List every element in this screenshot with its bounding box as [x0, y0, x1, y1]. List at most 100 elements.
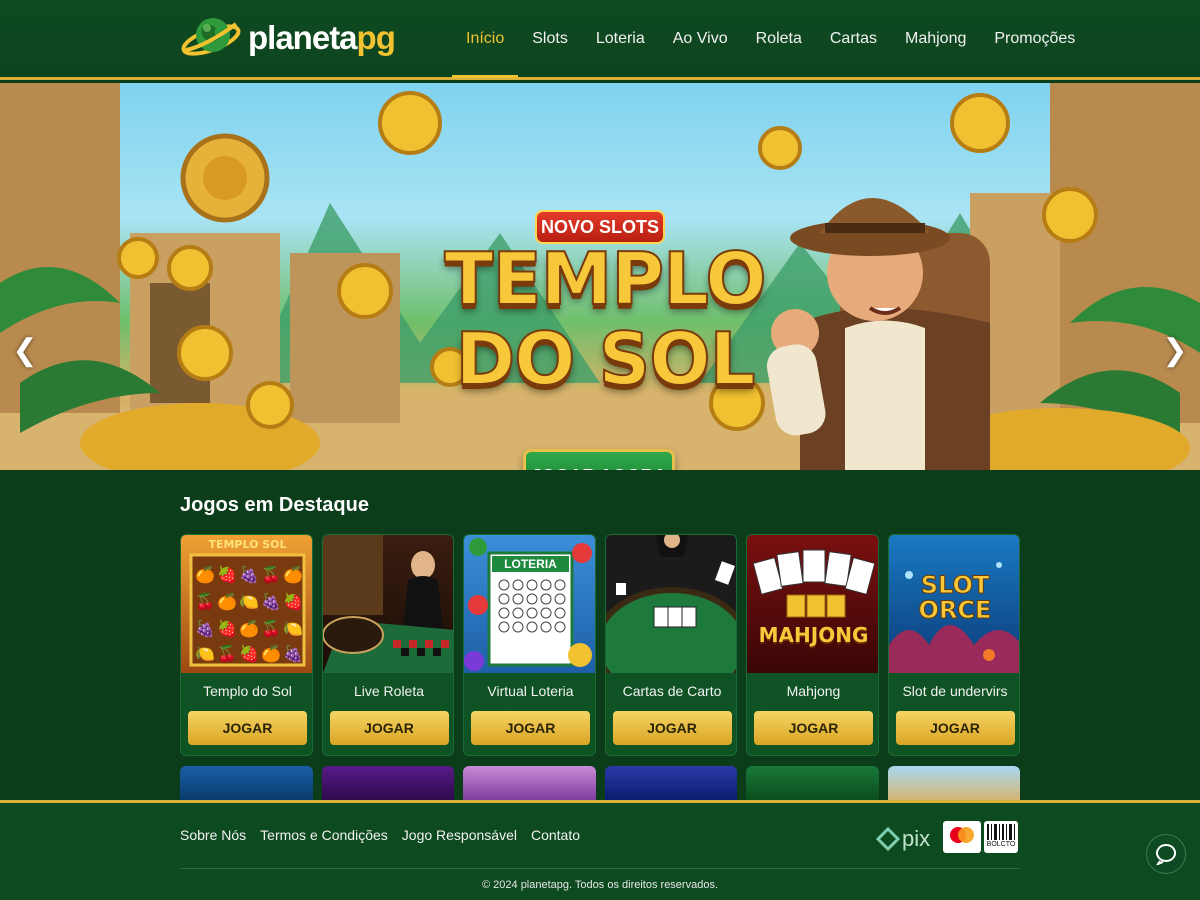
featured-games-grid: 🍊 🍓 🍇 🍒 🍊 🍒 🍊 🍋 🍇 🍓 🍇 🍓 🍊 🍒 🍋 🍋 🍒 🍓 🍊 🍇 TEMPLO SOL Templ…	[180, 534, 1020, 756]
copyright: © 2024 planetapg. Todos os direitos rese…	[482, 879, 718, 891]
game-thumbnail[interactable]	[463, 766, 596, 802]
footer: Sobre Nós Termos e Condições Jogo Respon…	[0, 800, 1200, 900]
svg-text:🍋: 🍋	[283, 620, 303, 638]
thumb-label: LOTERIA	[504, 557, 557, 571]
main-nav: Início Slots Loteria Ao Vivo Roleta Cart…	[452, 0, 1089, 78]
top-header: planetapg Início Slots Loteria Ao Vivo R…	[0, 0, 1200, 80]
game-thumbnail: 🍊 🍓 🍇 🍒 🍊 🍒 🍊 🍋 🍇 🍓 🍇 🍓 🍊 🍒 🍋 🍋 🍒 🍓 🍊 🍇 TEMPLO SOL	[181, 535, 312, 673]
hero-title: TEMPLO DO SOL	[440, 237, 770, 401]
game-name: Live Roleta	[353, 683, 425, 699]
game-thumbnail[interactable]	[604, 766, 737, 802]
game-name: Slot de undervirs	[902, 683, 1008, 699]
play-button[interactable]: JOGAR	[612, 711, 732, 745]
game-name: Cartas de Carto	[622, 683, 722, 699]
svg-text:🍒: 🍒	[195, 592, 215, 611]
svg-text:🍒: 🍒	[261, 565, 281, 584]
play-button[interactable]: JOGAR	[329, 711, 449, 745]
svg-text:🍓: 🍓	[283, 592, 303, 611]
pix-label: pix	[902, 826, 931, 851]
svg-text:🍊: 🍊	[217, 592, 238, 611]
hero-banner[interactable]: ❮ ❯ NOVO SLOTS TEMPLO DO SOL JOGAR AGORA	[0, 83, 1200, 470]
nav-item-ao-vivo[interactable]: Ao Vivo	[659, 0, 742, 77]
logo-text: planetapg	[248, 19, 396, 57]
chat-button[interactable]	[1146, 834, 1186, 874]
svg-text:🍋: 🍋	[195, 645, 215, 663]
pix-logo: pix	[876, 823, 930, 855]
svg-text:🍊: 🍊	[283, 565, 304, 584]
play-button[interactable]: JOGAR	[188, 711, 307, 745]
barcode-icon	[987, 824, 1015, 840]
planet-logo-icon	[181, 18, 241, 56]
svg-text:🍇: 🍇	[283, 644, 303, 663]
nav-item-loteria[interactable]: Loteria	[582, 0, 659, 77]
footer-link-termos[interactable]: Termos e Condições	[260, 827, 388, 843]
game-name: Mahjong	[786, 683, 841, 699]
mastercard-icon	[950, 827, 974, 843]
footer-link-contato[interactable]: Contato	[531, 827, 580, 843]
boleto-label: BOLCTO	[986, 841, 1016, 848]
game-thumbnail[interactable]	[321, 766, 454, 802]
logo[interactable]: planetapg	[180, 8, 396, 68]
svg-text:🍊: 🍊	[195, 565, 216, 584]
chevron-left-icon[interactable]: ❮	[10, 333, 40, 368]
mastercard-logo	[943, 821, 981, 853]
thumb-label-line2: ORCE	[918, 596, 992, 625]
game-thumbnail: SLOT ORCE	[888, 535, 1020, 673]
footer-link-jogo-responsavel[interactable]: Jogo Responsável	[402, 827, 517, 843]
svg-text:🍊: 🍊	[239, 619, 260, 638]
game-card[interactable]: Live Roleta JOGAR	[321, 534, 454, 756]
svg-text:🍇: 🍇	[239, 565, 259, 584]
footer-link-sobre[interactable]: Sobre Nós	[180, 827, 246, 843]
chat-icon	[1156, 844, 1177, 865]
nav-item-slots[interactable]: Slots	[518, 0, 582, 77]
section-title: Jogos em Destaque	[180, 494, 369, 516]
game-name: Templo do Sol	[203, 683, 292, 699]
svg-text:🍓: 🍓	[217, 565, 237, 584]
thumb-label: MAHJONG	[758, 623, 869, 647]
hero-title-line2: DO SOL	[455, 317, 757, 401]
nav-item-roleta[interactable]: Roleta	[742, 0, 816, 77]
hero-play-button[interactable]: JOGAR AGORA	[523, 449, 675, 470]
nav-item-cartas[interactable]: Cartas	[816, 0, 891, 77]
game-card[interactable]: LOTERIA Virtual Loteria JOGAR	[463, 534, 596, 756]
play-button[interactable]: JOGAR	[895, 711, 1015, 745]
nav-item-inicio[interactable]: Início	[452, 0, 519, 78]
explorer-character	[766, 198, 990, 470]
svg-text:🍊: 🍊	[261, 644, 282, 663]
game-thumbnail[interactable]	[746, 766, 879, 802]
game-card[interactable]: SLOT ORCE Slot de undervirs JOGAR	[887, 534, 1020, 756]
logo-text-planeta: planeta	[248, 19, 358, 56]
thumb-label: SLOT ORCE	[889, 571, 1020, 625]
logo-text-pg: pg	[356, 19, 396, 56]
svg-text:🍒: 🍒	[261, 619, 281, 638]
game-thumbnail	[605, 535, 737, 673]
game-thumbnail[interactable]	[180, 766, 313, 802]
thumb-label-line1: SLOT	[920, 571, 990, 599]
footer-links: Sobre Nós Termos e Condições Jogo Respon…	[180, 827, 580, 843]
thumb-label-a: TEMPLO SOL	[208, 538, 287, 551]
play-button[interactable]: JOGAR	[471, 711, 590, 745]
svg-text:🍋: 🍋	[239, 593, 259, 611]
game-card[interactable]: MAHJONG Mahjong JOGAR	[746, 534, 879, 756]
game-thumbnail	[322, 535, 454, 673]
game-card[interactable]: 🍊 🍓 🍇 🍒 🍊 🍒 🍊 🍋 🍇 🍓 🍇 🍓 🍊 🍒 🍋 🍋 🍒 🍓 🍊 🍇 TEMPLO SOL Templ…	[180, 534, 313, 756]
game-card[interactable]: Cartas de Carto JOGAR	[604, 534, 737, 756]
chevron-right-icon[interactable]: ❯	[1160, 333, 1190, 368]
pix-icon	[876, 827, 900, 851]
svg-text:🍇: 🍇	[261, 592, 281, 611]
play-button[interactable]: JOGAR	[754, 711, 873, 745]
hero-title-line1: TEMPLO	[443, 237, 767, 321]
svg-text:🍓: 🍓	[217, 619, 237, 638]
svg-text:🍓: 🍓	[239, 644, 259, 663]
svg-text:🍇: 🍇	[195, 619, 215, 638]
thumb-label: TEMPLO SOL	[181, 538, 312, 551]
nav-item-promocoes[interactable]: Promoções	[980, 0, 1089, 77]
game-thumbnail[interactable]	[887, 766, 1020, 802]
footer-divider	[180, 868, 1020, 869]
game-name: Virtual Loteria	[487, 683, 574, 699]
more-games-row	[180, 766, 1020, 802]
game-thumbnail: LOTERIA	[464, 535, 595, 673]
nav-item-mahjong[interactable]: Mahjong	[891, 0, 980, 77]
game-thumbnail: MAHJONG	[747, 535, 878, 673]
boleto-logo: BOLCTO	[984, 821, 1018, 853]
